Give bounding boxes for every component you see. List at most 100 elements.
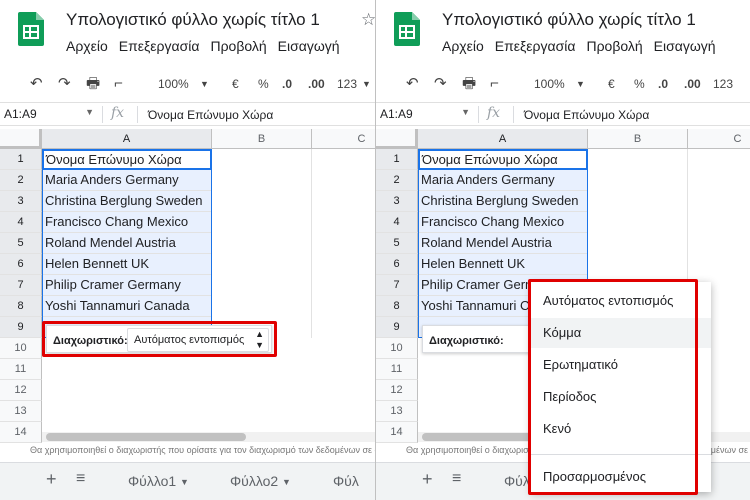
increase-decimal-button[interactable]: .00 [684,70,701,98]
zoom-select[interactable]: 100% [534,70,565,98]
fx-icon: fx [487,105,501,121]
row-header[interactable]: 2 [0,170,42,191]
sheets-logo-icon [394,12,420,46]
menu-view[interactable]: Προβολή [586,38,642,54]
undo-icon[interactable]: ↶ [406,70,419,98]
toolbar: ↶ ↷ 🖶 ⌐ 100% ▼ € % .0 .00 123 ▼ [0,70,375,98]
menu-edit[interactable]: Επεξεργασία [119,38,200,54]
row-header[interactable]: 5 [0,233,42,254]
formula-input[interactable]: Όνομα Επώνυμο Χώρα [524,108,649,122]
add-sheet-icon[interactable]: + [422,469,433,490]
row-header[interactable]: 8 [0,296,42,317]
increase-decimal-button[interactable]: .00 [308,70,325,98]
currency-button[interactable]: € [608,70,615,98]
menu-file[interactable]: Αρχείο [66,38,108,54]
all-sheets-icon[interactable]: ≡ [452,470,461,488]
divider [478,106,479,123]
select-all-corner[interactable] [0,129,42,149]
chevron-down-icon[interactable]: ▼ [282,477,291,487]
row-header[interactable]: 6 [376,254,418,275]
sheet-tab[interactable]: Φύλλο2 [230,473,278,489]
sheet-tab[interactable]: Φύλ [333,473,359,489]
menu-insert[interactable]: Εισαγωγή [278,38,340,54]
name-box[interactable]: A1:A9 ▼ [4,107,94,121]
menu-file[interactable]: Αρχείο [442,38,484,54]
horizontal-scrollbar[interactable] [42,432,375,442]
row-header[interactable]: 14 [376,422,418,443]
document-title[interactable]: Υπολογιστικό φύλλο χωρίς τίτλο 1 [442,10,696,30]
row-header[interactable]: 7 [0,275,42,296]
percent-button[interactable]: % [634,70,645,98]
menu-view[interactable]: Προβολή [210,38,266,54]
menu-insert[interactable]: Εισαγωγή [654,38,716,54]
column-header-c[interactable]: C [312,129,375,149]
scrollbar-thumb[interactable] [46,433,246,441]
row-header[interactable]: 10 [376,338,418,359]
redo-icon[interactable]: ↷ [58,70,71,98]
undo-icon[interactable]: ↶ [30,70,43,98]
row-header[interactable]: 9 [376,317,418,338]
row-header[interactable]: 11 [376,359,418,380]
row-header[interactable]: 12 [376,380,418,401]
decrease-decimal-button[interactable]: .0 [658,70,668,98]
select-all-corner[interactable] [376,129,418,149]
row-header[interactable]: 7 [376,275,418,296]
paint-format-icon[interactable]: ⌐ [490,70,499,98]
column-header-b[interactable]: B [588,129,688,149]
row-header[interactable]: 3 [0,191,42,212]
name-box[interactable]: A1:A9 ▼ [380,107,470,121]
star-icon[interactable]: ☆ [361,10,375,30]
chevron-down-icon[interactable]: ▼ [200,70,209,98]
cell-b-area[interactable] [212,149,312,338]
selection-range [42,149,212,338]
print-icon[interactable]: 🖶 [86,70,100,98]
row-header[interactable]: 1 [0,149,42,170]
row-header[interactable]: 1 [376,149,418,170]
sheet-tab[interactable]: Φύλλο1 [128,473,176,489]
add-sheet-icon[interactable]: + [46,469,57,490]
chevron-down-icon[interactable]: ▼ [180,477,189,487]
row-header[interactable]: 9 [0,317,42,338]
row-header[interactable]: 13 [0,401,42,422]
percent-button[interactable]: % [258,70,269,98]
zoom-select[interactable]: 100% [158,70,189,98]
formula-input[interactable]: Όνομα Επώνυμο Χώρα [148,108,273,122]
decrease-decimal-button[interactable]: .0 [282,70,292,98]
chevron-down-icon[interactable]: ▼ [576,70,585,98]
column-header-b[interactable]: B [212,129,312,149]
row-header[interactable]: 14 [0,422,42,443]
document-title[interactable]: Υπολογιστικό φύλλο χωρίς τίτλο 1 [66,10,320,30]
currency-button[interactable]: € [232,70,239,98]
row-header[interactable]: 10 [0,338,42,359]
more-formats-button[interactable]: 123 [337,70,357,98]
all-sheets-icon[interactable]: ≡ [76,470,85,488]
row-header[interactable]: 4 [0,212,42,233]
chevron-down-icon: ▼ [85,107,94,117]
more-formats-button[interactable]: 123 [713,70,733,98]
chevron-down-icon[interactable]: ▼ [362,70,371,98]
divider [137,106,138,123]
row-header[interactable]: 11 [0,359,42,380]
sheet-tab-bar: + ≡ Φύλλο1 ▼ Φύλλο2 ▼ Φύλ [0,462,375,500]
paint-format-icon[interactable]: ⌐ [114,70,123,98]
column-header-a[interactable]: A [42,129,212,149]
column-header-c[interactable]: C [688,129,750,149]
row-header[interactable]: 2 [376,170,418,191]
menu-edit[interactable]: Επεξεργασία [495,38,576,54]
row-header[interactable]: 3 [376,191,418,212]
row-header[interactable]: 12 [0,380,42,401]
row-header[interactable]: 6 [0,254,42,275]
column-header-a[interactable]: A [418,129,588,149]
name-box-value: A1:A9 [4,107,37,121]
annotation-highlight [42,321,277,357]
menu-bar: Αρχείο Επεξεργασία Προβολή Εισαγωγή [66,38,351,54]
redo-icon[interactable]: ↷ [434,70,447,98]
row-header[interactable]: 4 [376,212,418,233]
separator-label: Διαχωριστικό: [429,335,504,347]
row-header[interactable]: 13 [376,401,418,422]
print-icon[interactable]: 🖶 [462,70,476,98]
row-header[interactable]: 5 [376,233,418,254]
row-header[interactable]: 8 [376,296,418,317]
cell-c-area[interactable] [312,149,375,338]
name-box-value: A1:A9 [380,107,413,121]
